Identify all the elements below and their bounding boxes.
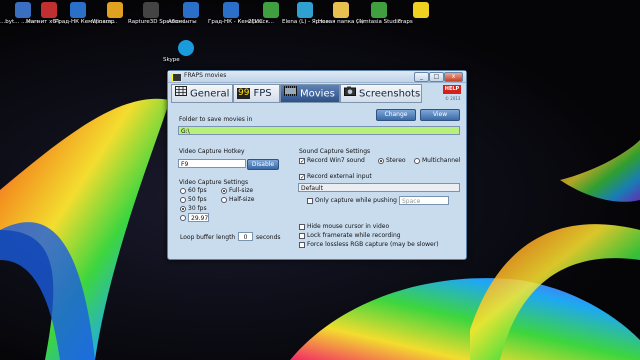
- view-button[interactable]: View: [420, 109, 460, 121]
- checkbox-label: Hide mouse cursor in video: [307, 223, 390, 230]
- radio-label: 60 fps: [188, 187, 207, 194]
- folder-label: Folder to save movies in: [179, 116, 253, 123]
- push-key-field[interactable]: Space: [399, 196, 449, 205]
- desktop: ...byt... ...ware Магнит х64 Град-НК Кемер…: [0, 0, 640, 360]
- app-shortcut-icon: [297, 2, 313, 18]
- video-settings-label: Video Capture Settings: [179, 179, 249, 186]
- loop-buffer-label: Loop buffer length: [180, 234, 236, 241]
- radio-30fps[interactable]: [180, 206, 186, 212]
- minimize-button[interactable]: _: [414, 72, 429, 82]
- app-shortcut-icon: [263, 2, 279, 18]
- maximize-button[interactable]: □: [429, 72, 444, 82]
- app-shortcut-icon: [107, 2, 123, 18]
- record-external-checkbox[interactable]: ✓: [299, 174, 305, 181]
- tab-screenshots[interactable]: Screenshots: [340, 84, 422, 103]
- lock-framerate-checkbox[interactable]: [299, 233, 305, 239]
- fraps-app-icon: [172, 73, 182, 82]
- radio-label: Stereo: [386, 157, 406, 164]
- radio-label: Half-size: [229, 196, 255, 203]
- desktop-icon-label: 2ГИС: [248, 19, 263, 25]
- app-shortcut-icon: [183, 2, 199, 18]
- app-shortcut-icon: [143, 2, 159, 18]
- checkbox-label: Record external input: [307, 173, 372, 180]
- radio-label: 30 fps: [188, 205, 207, 212]
- desktop-icon-label: Абоненты: [168, 19, 197, 25]
- radio-label: Full-size: [229, 187, 254, 194]
- tab-label: FPS: [253, 88, 272, 99]
- tab-label: Screenshots: [359, 88, 421, 100]
- radio-60fps[interactable]: [180, 188, 186, 194]
- radio-half-size[interactable]: [221, 197, 227, 203]
- tab-bar: General 99 FPS Movies Screenshots: [171, 84, 463, 103]
- desktop-icon-label: Camtasia Studio: [356, 19, 402, 25]
- copyright-text: © 2013: [445, 96, 461, 101]
- radio-50fps[interactable]: [180, 197, 186, 203]
- hotkey-label: Video Capture Hotkey: [179, 148, 245, 155]
- desktop-icon-skype[interactable]: Skype: [163, 38, 209, 63]
- film-icon: [284, 85, 297, 102]
- hotkey-field[interactable]: F9: [178, 159, 246, 168]
- change-button[interactable]: Change: [376, 109, 416, 121]
- app-shortcut-icon: [333, 2, 349, 18]
- tab-fps[interactable]: 99 FPS: [233, 84, 280, 103]
- tab-general[interactable]: General: [171, 84, 233, 103]
- radio-full-size[interactable]: [221, 188, 227, 194]
- desktop-icon-label: Skype: [163, 57, 180, 63]
- tab-label: General: [190, 88, 230, 100]
- tab-movies[interactable]: Movies: [280, 84, 340, 103]
- radio-label: 50 fps: [188, 196, 207, 203]
- fraps-window: FRAPS movies _ □ x General 99 FPS Movies …: [167, 70, 467, 260]
- hide-cursor-checkbox[interactable]: [299, 224, 305, 230]
- tab-label: Movies: [300, 88, 335, 100]
- checkbox-label: Force lossless RGB capture (may be slowe…: [307, 241, 439, 248]
- help-button[interactable]: HELP: [443, 85, 461, 94]
- radio-multichannel[interactable]: [414, 158, 420, 164]
- folder-path-field[interactable]: G:\: [178, 126, 460, 135]
- app-shortcut-icon: [223, 2, 239, 18]
- desktop-icon-label: Fraps: [398, 19, 413, 25]
- fps-badge-icon: 99: [237, 87, 251, 99]
- grid-icon: [175, 85, 187, 102]
- desktop-icon[interactable]: Fraps: [398, 0, 444, 25]
- record-win7-checkbox[interactable]: ✓: [299, 158, 305, 165]
- window-title: FRAPS movies: [184, 72, 227, 79]
- app-shortcut-icon: [70, 2, 86, 18]
- input-device-field[interactable]: Default: [298, 183, 460, 192]
- only-capture-checkbox[interactable]: [307, 198, 313, 204]
- desktop-icon-label: Град-НК - Кемеровск...: [208, 19, 275, 25]
- title-bar[interactable]: FRAPS movies _ □ x: [168, 71, 466, 83]
- custom-fps-field[interactable]: 29.97: [188, 213, 209, 222]
- camera-icon: [344, 85, 356, 102]
- skype-icon: [178, 40, 194, 56]
- loop-buffer-field[interactable]: 0: [238, 232, 253, 241]
- desktop-icon[interactable]: Camtasia Studio: [356, 0, 402, 25]
- checkbox-label: Only capture while pushing: [315, 197, 397, 204]
- app-shortcut-icon: [413, 2, 429, 18]
- desktop-icon-label: Winamp: [92, 19, 115, 25]
- disable-button[interactable]: Disable: [247, 159, 279, 170]
- radio-label: Multichannel: [422, 157, 461, 164]
- radio-custom-fps[interactable]: [180, 215, 186, 221]
- loop-buffer-unit: seconds: [256, 234, 281, 241]
- app-shortcut-icon: [371, 2, 387, 18]
- force-rgb-checkbox[interactable]: [299, 242, 305, 248]
- close-button[interactable]: x: [444, 72, 463, 82]
- sound-settings-label: Sound Capture Settings: [299, 148, 371, 155]
- checkbox-label: Record Win7 sound: [307, 157, 365, 164]
- radio-stereo[interactable]: [378, 158, 384, 164]
- checkbox-label: Lock framerate while recording: [307, 232, 401, 239]
